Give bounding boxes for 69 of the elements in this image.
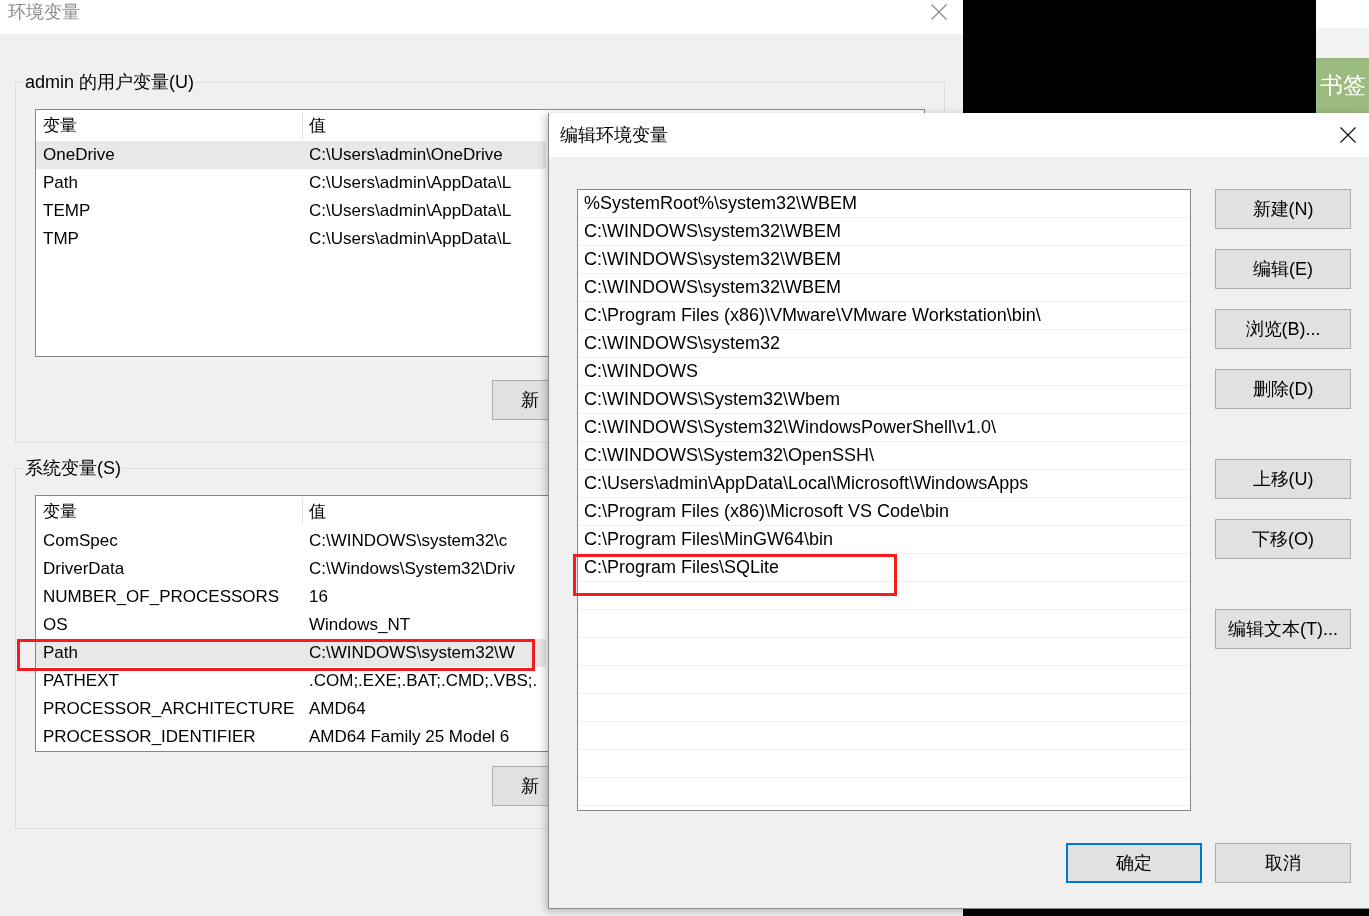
table-row[interactable]: OS Windows_NT [36, 611, 546, 639]
list-item[interactable]: C:\WINDOWS\System32\OpenSSH\ [578, 442, 881, 469]
table-cell-text: 16 [308, 586, 328, 608]
dialog-button[interactable]: 新建(N) [1215, 189, 1351, 229]
table-cell-text: C:\Users\admin\AppData\L [308, 228, 512, 250]
column-header[interactable]: 值 [303, 498, 326, 525]
table-row[interactable]: TMP C:\Users\admin\AppData\L [36, 225, 546, 253]
table-row[interactable]: Path C:\Users\admin\AppData\L [36, 169, 546, 197]
table-row[interactable]: OneDrive C:\Users\admin\OneDrive [36, 141, 546, 169]
table-cell-text: Path [42, 172, 79, 194]
dialog-button[interactable]: 取消 [1215, 843, 1351, 883]
table-cell-text: OneDrive [42, 144, 116, 166]
list-item[interactable]: C:\WINDOWS\system32\WBEM [578, 274, 847, 301]
dialog-button[interactable]: 编辑(E) [1215, 249, 1351, 289]
dialog-button[interactable]: 编辑文本(T)... [1215, 609, 1351, 649]
window-title: 环境变量 [8, 1, 80, 23]
column-header[interactable]: 变量 [36, 112, 303, 139]
dialog-title: 编辑环境变量 [560, 124, 668, 147]
table-cell-text: AMD64 Family 25 Model 6 [308, 726, 510, 748]
list-item[interactable]: C:\Users\admin\AppData\Local\Microsoft\WindowsApps [578, 470, 1035, 497]
table-cell-text: C:\WINDOWS\system32\W [308, 642, 515, 664]
table-row[interactable]: TEMP C:\Users\admin\AppData\L [36, 197, 546, 225]
list-item[interactable]: C:\Program Files (x86)\Microsoft VS Code\bin [578, 498, 956, 525]
table-cell-text: Path [42, 642, 79, 664]
list-item[interactable]: C:\Program Files (x86)\VMware\VMware Workstation\bin\ [578, 302, 1047, 329]
table-cell-text: PROCESSOR_IDENTIFIER [42, 726, 257, 748]
list-item[interactable]: C:\WINDOWS\system32\WBEM [578, 218, 847, 245]
table-row[interactable]: DriverData C:\Windows\System32\Driv [36, 555, 546, 583]
new-button[interactable]: 新 [492, 766, 550, 806]
table-row[interactable]: NUMBER_OF_PROCESSORS 16 [36, 583, 546, 611]
list-item[interactable]: %SystemRoot%\system32\WBEM [578, 190, 864, 217]
table-cell-text: NUMBER_OF_PROCESSORS [42, 586, 281, 608]
table-cell-text: PROCESSOR_ARCHITECTURE [42, 698, 296, 720]
table-row[interactable]: PROCESSOR_IDENTIFIER AMD64 Family 25 Model 6 [36, 723, 546, 751]
list-item[interactable]: C:\WINDOWS\System32\WindowsPowerShell\v1.0\ [578, 414, 1003, 441]
list-item[interactable]: C:\Program Files\MinGW64\bin [578, 526, 840, 553]
dialog-button[interactable]: 浏览(B)... [1215, 309, 1351, 349]
table-cell-text: C:\Users\admin\AppData\L [308, 200, 512, 222]
table-cell-text: TEMP [42, 200, 92, 222]
table-cell-text: C:\Users\admin\OneDrive [308, 144, 503, 166]
close-icon[interactable] [1340, 127, 1356, 143]
table-row[interactable]: PROCESSOR_ARCHITECTURE AMD64 [36, 695, 546, 723]
table-cell-text: TMP [42, 228, 80, 250]
list-item[interactable]: C:\WINDOWS [578, 358, 704, 385]
group-label: admin 的用户变量(U) [24, 71, 195, 94]
list-item[interactable]: C:\Program Files\SQLite [578, 554, 786, 581]
table-row[interactable]: ComSpec C:\WINDOWS\system32\c [36, 527, 546, 555]
column-header[interactable]: 值 [303, 112, 326, 139]
dialog-button[interactable]: 下移(O) [1215, 519, 1351, 559]
table-cell-text: Windows_NT [308, 614, 411, 636]
dialog-button[interactable]: 删除(D) [1215, 369, 1351, 409]
table-cell-text: AMD64 [308, 698, 366, 720]
table-cell-text: C:\Windows\System32\Driv [308, 558, 515, 580]
list-item[interactable]: C:\WINDOWS\System32\Wbem [578, 386, 847, 413]
column-header[interactable]: 变量 [36, 498, 303, 525]
table-cell-text: OS [42, 614, 69, 636]
table-cell-text: DriverData [42, 558, 126, 580]
table-cell-text: .COM;.EXE;.BAT;.CMD;.VBS;. [308, 670, 538, 692]
group-label: 系统变量(S) [24, 457, 122, 480]
dialog-button[interactable]: 确定 [1066, 843, 1202, 883]
table-cell-text: PATHEXT [42, 670, 120, 692]
table-row[interactable]: PATHEXT .COM;.EXE;.BAT;.CMD;.VBS;. [36, 667, 546, 695]
new-button[interactable]: 新 [492, 380, 550, 420]
list-item[interactable]: C:\WINDOWS\system32\WBEM [578, 246, 847, 273]
table-cell-text: ComSpec [42, 530, 119, 552]
dialog-button[interactable]: 上移(U) [1215, 459, 1351, 499]
list-item[interactable]: C:\WINDOWS\system32 [578, 330, 786, 357]
table-cell-text: C:\Users\admin\AppData\L [308, 172, 512, 194]
table-cell-text: C:\WINDOWS\system32\c [308, 530, 508, 552]
